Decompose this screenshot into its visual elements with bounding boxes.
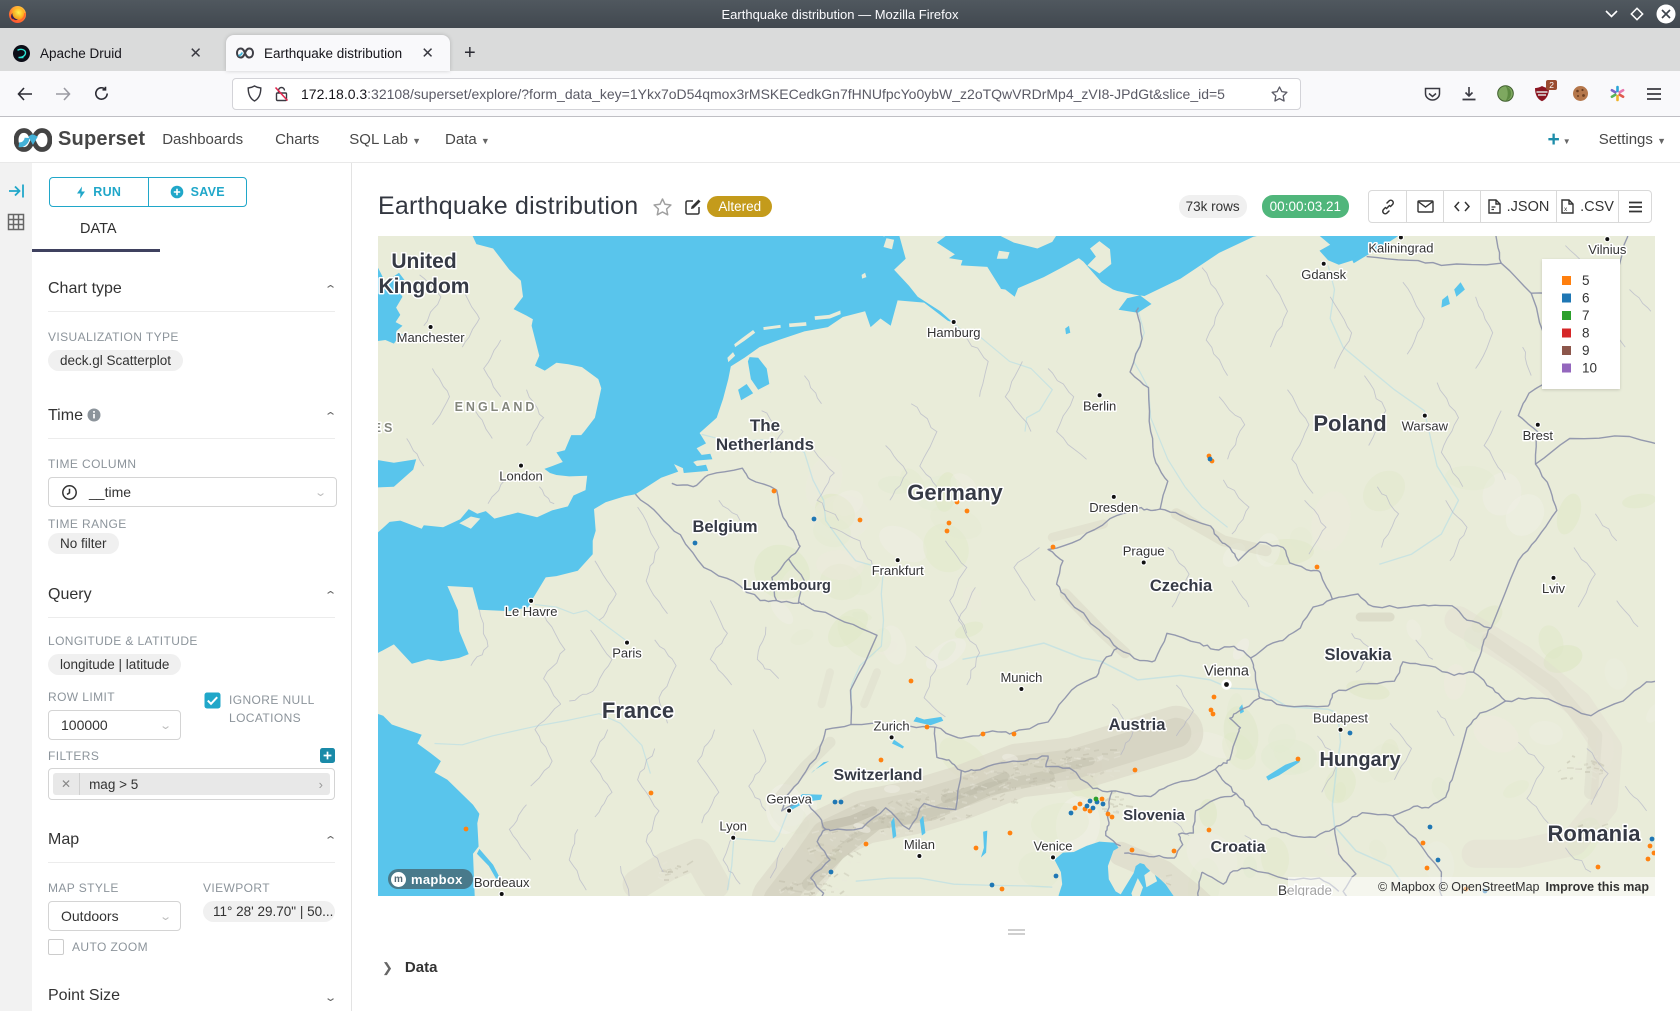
svg-text:Munich: Munich: [1000, 670, 1042, 685]
svg-text:Germany: Germany: [907, 480, 1003, 505]
svg-text:Zurich: Zurich: [874, 718, 910, 733]
svg-text:The: The: [750, 416, 780, 435]
svg-text:Netherlands: Netherlands: [716, 435, 814, 454]
svg-text:Romania: Romania: [1548, 821, 1642, 846]
svg-text:Kaliningrad: Kaliningrad: [1368, 240, 1433, 255]
svg-text:7: 7: [1582, 308, 1590, 323]
svg-text:Kingdom: Kingdom: [379, 275, 470, 298]
svg-text:ENGLAND: ENGLAND: [455, 400, 538, 414]
svg-text:Gdansk: Gdansk: [1301, 267, 1346, 282]
svg-text:Poland: Poland: [1313, 411, 1386, 436]
svg-text:Paris: Paris: [612, 646, 642, 661]
svg-text:Dresden: Dresden: [1089, 500, 1138, 515]
svg-text:Le Havre: Le Havre: [505, 604, 558, 619]
svg-text:Lviv: Lviv: [1542, 581, 1566, 596]
svg-text:Belgium: Belgium: [692, 518, 757, 536]
svg-text:Austria: Austria: [1109, 716, 1167, 734]
svg-text:Brest: Brest: [1523, 428, 1554, 443]
svg-text:x: x: [1564, 206, 1568, 213]
svg-text:5: 5: [1582, 273, 1590, 288]
svg-text:Budapest: Budapest: [1313, 711, 1368, 726]
svg-text:Bordeaux: Bordeaux: [474, 875, 530, 890]
svg-text:United: United: [391, 250, 456, 273]
svg-text:Frankfurt: Frankfurt: [872, 563, 924, 578]
svg-text:France: France: [602, 698, 674, 723]
svg-text:6: 6: [1582, 291, 1590, 306]
svg-text:Berlin: Berlin: [1083, 398, 1116, 413]
svg-text:Lyon: Lyon: [719, 819, 747, 834]
svg-text:Croatia: Croatia: [1210, 839, 1265, 856]
svg-text:Luxembourg: Luxembourg: [743, 578, 831, 594]
svg-text:Slovakia: Slovakia: [1325, 646, 1393, 664]
svg-text:9: 9: [1582, 343, 1590, 358]
svg-text:ES: ES: [378, 421, 395, 435]
svg-text:Geneva: Geneva: [766, 792, 812, 807]
svg-text:Milan: Milan: [904, 837, 935, 852]
svg-text:Venice: Venice: [1033, 838, 1072, 853]
svg-text:Vienna: Vienna: [1204, 664, 1250, 680]
svg-text:Hungary: Hungary: [1319, 749, 1401, 771]
svg-text:Hamburg: Hamburg: [927, 325, 980, 340]
svg-text:Czechia: Czechia: [1150, 577, 1213, 595]
svg-text:Vilnius: Vilnius: [1588, 242, 1627, 257]
svg-text:Switzerland: Switzerland: [834, 767, 923, 784]
svg-text:Slovenia: Slovenia: [1123, 807, 1185, 824]
svg-text:10: 10: [1582, 361, 1597, 376]
svg-text:London: London: [499, 469, 542, 484]
svg-text:8: 8: [1582, 326, 1590, 341]
svg-text:Prague: Prague: [1123, 544, 1165, 559]
svg-text:Warsaw: Warsaw: [1402, 419, 1449, 434]
svg-text:Manchester: Manchester: [397, 330, 466, 345]
